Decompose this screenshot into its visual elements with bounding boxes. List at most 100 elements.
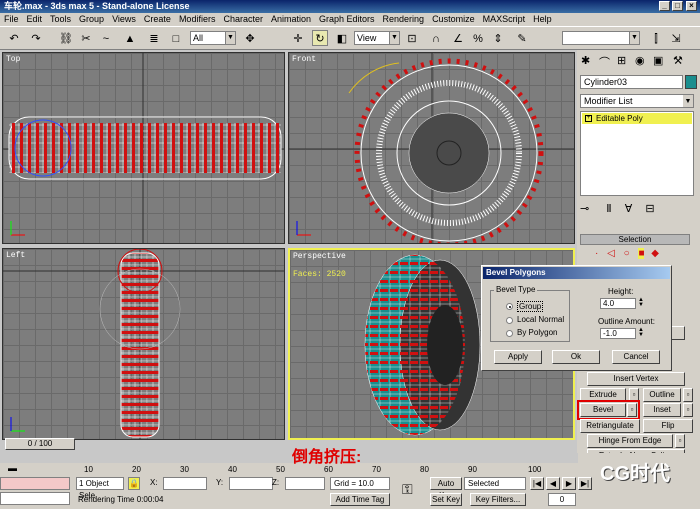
menu-character[interactable]: Character: [219, 13, 267, 26]
ok-button[interactable]: Ok: [552, 350, 600, 364]
named-selection-dropdown[interactable]: ▼: [562, 31, 640, 45]
viewport-front[interactable]: Front: [288, 52, 575, 244]
menu-tools[interactable]: Tools: [46, 13, 75, 26]
select-object-icon[interactable]: ▲: [122, 30, 138, 46]
menu-modifiers[interactable]: Modifiers: [175, 13, 220, 26]
outline-button[interactable]: Outline: [643, 388, 681, 402]
make-unique-icon[interactable]: ∀: [625, 203, 633, 215]
outline-settings-icon[interactable]: ▫: [683, 388, 693, 402]
percent-snap-icon[interactable]: %: [470, 30, 486, 46]
scale-icon[interactable]: ◧: [334, 30, 350, 46]
menu-edit[interactable]: Edit: [23, 13, 47, 26]
time-slider[interactable]: 0 / 100: [5, 438, 75, 450]
align-icon[interactable]: ⇲: [668, 30, 684, 46]
timeline-start-icon[interactable]: ▬: [8, 463, 17, 473]
lock-selection-icon[interactable]: 🔒: [128, 477, 140, 490]
menu-group[interactable]: Group: [75, 13, 108, 26]
menu-file[interactable]: File: [0, 13, 23, 26]
radio-by-polygon[interactable]: [506, 330, 513, 337]
hierarchy-tab-icon[interactable]: ⊞: [617, 54, 626, 67]
prev-frame-icon[interactable]: ◀: [546, 477, 560, 490]
flip-button[interactable]: Flip: [643, 419, 693, 433]
menu-animation[interactable]: Animation: [267, 13, 315, 26]
pin-stack-icon[interactable]: ⊸: [580, 203, 589, 215]
motion-tab-icon[interactable]: ◉: [635, 54, 645, 67]
angle-snap-icon[interactable]: ∠: [450, 30, 466, 46]
selection-rollout-header[interactable]: Selection: [580, 234, 690, 245]
polygon-icon[interactable]: ■: [638, 248, 645, 259]
stack-item-editable-poly[interactable]: + Editable Poly: [582, 113, 692, 124]
current-frame-field[interactable]: 0: [548, 493, 576, 506]
menu-rendering[interactable]: Rendering: [379, 13, 429, 26]
add-time-tag-button[interactable]: Add Time Tag: [330, 493, 390, 506]
utilities-tab-icon[interactable]: ⚒: [673, 54, 683, 67]
pivot-center-icon[interactable]: ⊡: [404, 30, 420, 46]
key-mode-dropdown[interactable]: Selected: [464, 477, 526, 490]
expand-icon[interactable]: +: [585, 115, 592, 122]
hinge-settings-icon[interactable]: ▫: [675, 434, 685, 448]
auto-key-button[interactable]: Auto Key: [430, 477, 462, 500]
bind-spacewarp-icon[interactable]: ~: [98, 30, 114, 46]
viewport-left[interactable]: Left: [2, 248, 285, 440]
menu-views[interactable]: Views: [108, 13, 140, 26]
rotate-icon[interactable]: ↻: [312, 30, 328, 46]
radio-local-normal[interactable]: [506, 317, 513, 324]
modifier-list-dropdown[interactable]: Modifier List ▼: [580, 94, 694, 108]
unlink-icon[interactable]: ✂: [78, 30, 94, 46]
menu-maxscript[interactable]: MAXScript: [479, 13, 530, 26]
maxscript-listener[interactable]: [0, 477, 70, 490]
key-filters-button[interactable]: Key Filters...: [470, 493, 526, 506]
y-coord-field[interactable]: [229, 477, 273, 490]
element-icon[interactable]: ◆: [651, 248, 659, 259]
maxscript-input[interactable]: [0, 492, 70, 505]
mirror-icon[interactable]: ⫿: [648, 30, 664, 46]
menu-customize[interactable]: Customize: [428, 13, 479, 26]
show-end-result-icon[interactable]: Ⅱ: [606, 203, 611, 215]
hinge-from-edge-button[interactable]: Hinge From Edge: [587, 434, 673, 448]
border-icon[interactable]: ○: [624, 248, 630, 259]
x-coord-field[interactable]: [163, 477, 207, 490]
select-by-name-icon[interactable]: ≣: [146, 30, 162, 46]
bevel-settings-icon[interactable]: ▫: [627, 403, 637, 417]
undo-icon[interactable]: ↶: [6, 30, 22, 46]
bevel-button[interactable]: Bevel: [580, 403, 626, 417]
height-input[interactable]: 4.0: [600, 298, 636, 309]
redo-icon[interactable]: ↷: [28, 30, 44, 46]
next-frame-icon[interactable]: ▶|: [578, 477, 592, 490]
maximize-button[interactable]: □: [672, 1, 683, 11]
close-button[interactable]: ×: [686, 1, 697, 11]
named-selection-icon[interactable]: ✎: [514, 30, 530, 46]
set-key-button[interactable]: Set Key: [430, 493, 462, 506]
inset-button[interactable]: Inset: [643, 403, 681, 417]
object-color-swatch[interactable]: [685, 75, 697, 89]
outline-amount-input[interactable]: -1.0: [600, 328, 636, 339]
menu-help[interactable]: Help: [529, 13, 556, 26]
radio-group[interactable]: [506, 303, 513, 310]
height-spinner-icon[interactable]: ▲ ▼: [638, 297, 644, 309]
selection-filter-dropdown[interactable]: All ▼: [190, 31, 236, 45]
remove-modifier-icon[interactable]: ⊟: [645, 203, 654, 215]
vertex-icon[interactable]: ·: [595, 248, 598, 259]
select-move-icon[interactable]: ✥: [242, 30, 258, 46]
z-coord-field[interactable]: [285, 477, 325, 490]
menu-create[interactable]: Create: [140, 13, 175, 26]
go-to-start-icon[interactable]: |◀: [530, 477, 544, 490]
outline-spinner-icon[interactable]: ▲ ▼: [638, 327, 644, 339]
move-icon[interactable]: ✛: [290, 30, 306, 46]
viewport-top[interactable]: Top: [2, 52, 285, 244]
minimize-button[interactable]: _: [659, 1, 670, 11]
edge-icon[interactable]: ◁: [607, 248, 615, 259]
spinner-snap-icon[interactable]: ⇕: [490, 30, 506, 46]
retriangulate-button[interactable]: Retriangulate: [580, 419, 640, 433]
insert-vertex-button[interactable]: Insert Vertex: [587, 372, 685, 386]
modify-tab-icon[interactable]: ⌒: [599, 54, 610, 70]
reference-coord-dropdown[interactable]: View ▼: [354, 31, 400, 45]
menu-graph-editors[interactable]: Graph Editors: [315, 13, 379, 26]
cancel-button[interactable]: Cancel: [612, 350, 660, 364]
create-tab-icon[interactable]: ✱: [581, 54, 590, 67]
play-icon[interactable]: ▶: [562, 477, 576, 490]
display-tab-icon[interactable]: ▣: [653, 54, 663, 67]
select-link-icon[interactable]: ⛓: [58, 30, 74, 46]
snap-toggle-icon[interactable]: ∩: [428, 30, 444, 46]
inset-settings-icon[interactable]: ▫: [683, 403, 693, 417]
